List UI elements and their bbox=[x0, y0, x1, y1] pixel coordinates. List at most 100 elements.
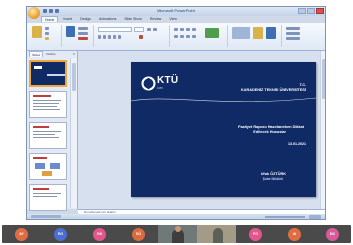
window-title: Microsoft PowerPoint bbox=[157, 8, 195, 13]
save-icon[interactable] bbox=[43, 9, 47, 13]
numbering-icon[interactable] bbox=[180, 28, 184, 31]
slides-pane: Slides Outline × bbox=[27, 51, 78, 211]
tab-slide-show[interactable]: Slide Show bbox=[121, 16, 145, 22]
thumb-text bbox=[47, 74, 65, 76]
strikethrough-icon[interactable] bbox=[113, 35, 116, 39]
thumb-line bbox=[33, 134, 55, 135]
maximize-button[interactable] bbox=[307, 8, 315, 14]
participant-tile[interactable]: AI bbox=[275, 225, 315, 243]
participant-tile[interactable]: FO bbox=[236, 225, 276, 243]
thumb-line bbox=[33, 100, 61, 101]
slide-thumbnail-3[interactable] bbox=[29, 122, 67, 149]
shadow-icon[interactable] bbox=[118, 35, 121, 39]
bold-icon[interactable] bbox=[98, 35, 101, 39]
pane-scrollbar[interactable] bbox=[70, 58, 77, 208]
underline-icon[interactable] bbox=[108, 35, 111, 39]
participant-tile[interactable]: DK bbox=[314, 225, 351, 243]
participant-tile[interactable]: AY bbox=[2, 225, 42, 243]
decrease-indent-icon[interactable] bbox=[186, 28, 190, 31]
grow-font-icon[interactable] bbox=[147, 28, 151, 31]
italic-icon[interactable] bbox=[103, 35, 106, 39]
participant-video-tile[interactable] bbox=[197, 225, 237, 243]
scrollbar-thumb[interactable] bbox=[72, 63, 76, 91]
fit-to-window-button[interactable] bbox=[309, 215, 321, 219]
replace-icon[interactable] bbox=[286, 32, 300, 35]
format-painter-icon[interactable] bbox=[45, 37, 49, 40]
slide-editing-area: KTÜ 1955 T.C. KARADENİZ TEKNİK ÜNİVERSİT… bbox=[78, 51, 325, 209]
editor-scrollbar[interactable] bbox=[320, 51, 325, 209]
tab-design[interactable]: Design bbox=[77, 16, 94, 22]
cut-icon[interactable] bbox=[45, 27, 49, 30]
increase-indent-icon[interactable] bbox=[192, 28, 196, 31]
thumb-diagram bbox=[42, 171, 52, 176]
slide-thumbnail-5[interactable] bbox=[29, 184, 67, 211]
slide-thumbnail-4[interactable] bbox=[29, 153, 67, 180]
tab-insert[interactable]: Insert bbox=[60, 16, 75, 22]
ribbon bbox=[27, 23, 325, 51]
close-button[interactable] bbox=[316, 8, 324, 14]
pane-tabs: Slides Outline bbox=[27, 51, 77, 57]
font-group bbox=[95, 25, 170, 47]
tab-outline[interactable]: Outline bbox=[44, 51, 58, 57]
slide-divider-line bbox=[131, 97, 316, 103]
redo-icon[interactable] bbox=[55, 9, 59, 13]
select-icon[interactable] bbox=[286, 37, 300, 40]
find-icon[interactable] bbox=[286, 27, 300, 30]
paragraph-group bbox=[171, 25, 228, 47]
thumb-line bbox=[33, 196, 57, 197]
shrink-font-icon[interactable] bbox=[153, 28, 157, 31]
zoom-slider[interactable] bbox=[265, 216, 305, 218]
presenter-role: Şube Müdürü bbox=[262, 177, 283, 181]
quick-styles-icon[interactable] bbox=[266, 27, 276, 39]
participant-tile[interactable]: OK bbox=[80, 225, 120, 243]
ribbon-tabs: Home Insert Design Animations Slide Show… bbox=[41, 16, 180, 23]
smartart-icon[interactable] bbox=[205, 28, 219, 38]
reset-icon[interactable] bbox=[78, 32, 88, 35]
ktu-logo-icon bbox=[141, 76, 156, 91]
slide-thumbnail-2[interactable] bbox=[29, 91, 67, 118]
tab-slides[interactable]: Slides bbox=[29, 51, 44, 57]
tab-review[interactable]: Review bbox=[147, 16, 164, 22]
align-left-icon[interactable] bbox=[174, 35, 178, 38]
quick-access-toolbar bbox=[43, 9, 59, 13]
slide-university: KARADENİZ TEKNİK ÜNİVERSİTESİ bbox=[241, 88, 306, 92]
font-size-field[interactable] bbox=[134, 27, 144, 32]
logo-subtext: 1955 bbox=[157, 87, 163, 90]
current-slide[interactable]: KTÜ 1955 T.C. KARADENİZ TEKNİK ÜNİVERSİT… bbox=[131, 62, 316, 197]
tab-view[interactable]: View bbox=[166, 16, 180, 22]
participant-tile[interactable]: SÖ bbox=[119, 225, 159, 243]
font-color-icon[interactable] bbox=[139, 35, 143, 39]
tab-animations[interactable]: Animations bbox=[96, 16, 119, 22]
tab-home[interactable]: Home bbox=[41, 16, 59, 22]
shapes-gallery-icon[interactable] bbox=[232, 27, 250, 39]
align-right-icon[interactable] bbox=[186, 35, 190, 38]
minimize-button[interactable] bbox=[298, 8, 306, 14]
slide-counter bbox=[31, 215, 61, 218]
title-bar: Microsoft PowerPoint bbox=[27, 7, 325, 16]
font-name-field[interactable] bbox=[98, 27, 132, 32]
thumb-line bbox=[33, 109, 60, 110]
avatar: OK bbox=[93, 228, 106, 241]
participant-video-tile[interactable] bbox=[158, 225, 198, 243]
avatar: EG bbox=[54, 228, 67, 241]
justify-icon[interactable] bbox=[192, 35, 196, 38]
bullets-icon[interactable] bbox=[174, 28, 178, 31]
scrollbar-thumb[interactable] bbox=[322, 59, 325, 99]
arrange-icon[interactable] bbox=[253, 27, 263, 39]
new-slide-icon[interactable] bbox=[66, 26, 75, 37]
window-controls bbox=[298, 8, 324, 14]
layout-icon[interactable] bbox=[78, 27, 88, 30]
slides-group bbox=[63, 25, 94, 47]
align-center-icon[interactable] bbox=[180, 35, 184, 38]
thumb-heading bbox=[33, 157, 47, 159]
slide-thumbnail-1[interactable] bbox=[29, 60, 67, 87]
status-bar bbox=[27, 214, 325, 219]
copy-icon[interactable] bbox=[45, 32, 49, 35]
thumb-line bbox=[33, 106, 57, 107]
delete-icon[interactable] bbox=[78, 37, 88, 40]
close-icon[interactable]: × bbox=[73, 52, 75, 56]
office-button[interactable] bbox=[28, 7, 40, 19]
paste-icon[interactable] bbox=[32, 26, 42, 38]
participant-tile[interactable]: EG bbox=[41, 225, 81, 243]
undo-icon[interactable] bbox=[49, 9, 53, 13]
